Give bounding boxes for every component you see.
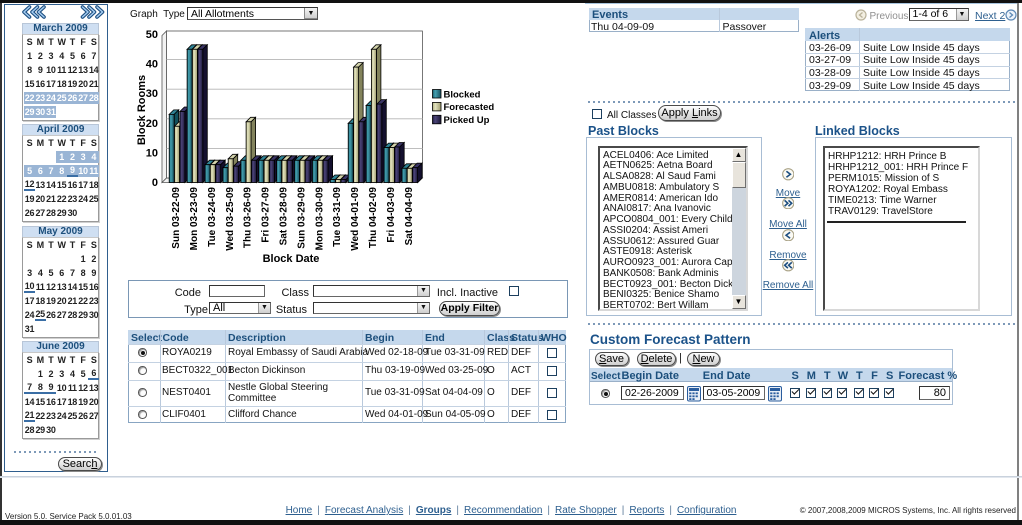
svg-text:Blocked: Blocked [444,89,481,100]
svg-text:Forecasted: Forecasted [444,102,495,113]
svg-text:Wed 03-25-09: Wed 03-25-09 [225,187,236,251]
svg-text:Tue 03-31-09: Tue 03-31-09 [332,187,343,247]
svg-text:Thu 03-26-09: Thu 03-26-09 [243,187,254,249]
svg-text:Sat 04-04-09: Sat 04-04-09 [404,187,415,246]
svg-text:Mon 03-23-09: Mon 03-23-09 [189,187,200,251]
svg-text:Tue 03-24-09: Tue 03-24-09 [207,187,218,247]
svg-text:Wed 04-01-09: Wed 04-01-09 [350,187,361,251]
svg-text:Thu 04-02-09: Thu 04-02-09 [368,187,379,249]
svg-text:0: 0 [152,177,158,189]
svg-text:Fri 04-03-09: Fri 04-03-09 [386,187,397,243]
svg-text:Sat 03-28-09: Sat 03-28-09 [279,187,290,246]
svg-text:Block Rooms: Block Rooms [136,75,148,145]
svg-text:10: 10 [146,147,158,159]
svg-text:Mon 03-30-09: Mon 03-30-09 [314,187,325,251]
svg-text:Sun 03-22-09: Sun 03-22-09 [171,187,182,249]
svg-text:Block Date: Block Date [263,253,320,265]
svg-text:40: 40 [146,59,158,71]
svg-text:Fri 03-27-09: Fri 03-27-09 [261,187,272,243]
svg-text:50: 50 [146,29,158,41]
svg-text:Picked Up: Picked Up [444,115,490,126]
svg-text:Sun 03-29-09: Sun 03-29-09 [296,187,307,249]
